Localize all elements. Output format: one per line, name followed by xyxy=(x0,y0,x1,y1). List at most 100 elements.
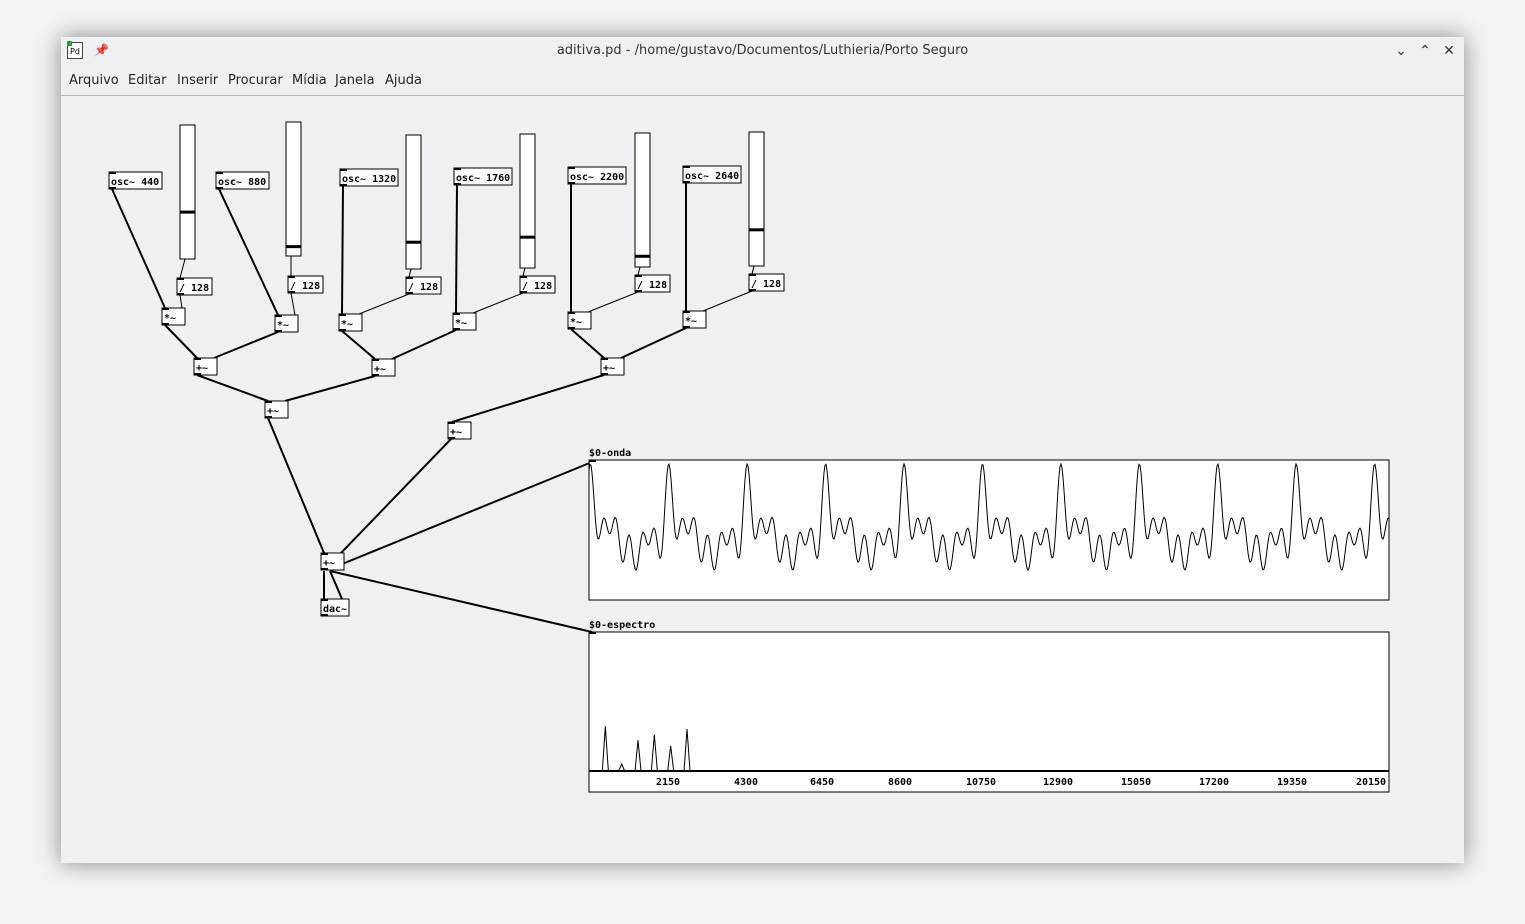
control-wire xyxy=(751,265,755,275)
div-object-5-label: / 128 xyxy=(637,280,667,291)
vslider-knob-4[interactable] xyxy=(520,235,535,239)
signal-wire xyxy=(341,185,344,315)
control-wire xyxy=(179,294,183,309)
menu-procurar[interactable]: Procurar xyxy=(228,73,283,88)
div-object-6-inlet xyxy=(749,274,756,276)
dac-object-label: dac~ xyxy=(323,604,347,615)
add-object-2-inlet xyxy=(372,359,379,361)
menu-editar[interactable]: Editar xyxy=(128,73,167,88)
spectrum-graph-inlet xyxy=(589,632,596,634)
add-object-2-label: +~ xyxy=(374,364,386,375)
vslider-1[interactable] xyxy=(179,124,196,260)
div-object-3-inlet xyxy=(406,277,413,279)
multiply-object-6-inlet xyxy=(683,311,690,313)
patch-drawing[interactable]: osc~ 440 / 128 *~ osc~ 880 / 128 *~ osc~ 1320 /… xyxy=(61,96,1464,863)
control-wire xyxy=(179,258,186,279)
osc-object-1-label: osc~ 440 xyxy=(111,177,159,188)
div-object-2-inlet xyxy=(288,276,295,278)
multiply-object-6-label: *~ xyxy=(685,316,697,327)
osc-object-4-label: osc~ 1760 xyxy=(456,173,510,184)
div-object-2-label: / 128 xyxy=(290,281,320,292)
multiply-object-5-inlet xyxy=(568,312,575,314)
vslider-3[interactable] xyxy=(405,134,422,270)
menu-ajuda[interactable]: Ajuda xyxy=(385,73,422,88)
vslider-6[interactable] xyxy=(748,131,765,267)
signal-wire xyxy=(455,184,458,314)
signal-wire xyxy=(111,188,166,309)
div-object-4-inlet xyxy=(520,276,527,278)
div-object-3-label: / 128 xyxy=(408,282,438,293)
add-object-4-label: +~ xyxy=(267,406,279,417)
menu-inserir[interactable]: Inserir xyxy=(177,73,218,88)
close-icon[interactable]: ✕ xyxy=(1439,41,1459,61)
vslider-knob-6[interactable] xyxy=(749,228,764,232)
vslider-2[interactable] xyxy=(285,121,302,257)
add-object-6-label: +~ xyxy=(323,558,335,569)
osc-object-2-inlet xyxy=(216,172,223,174)
osc-object-2-label: osc~ 880 xyxy=(218,177,266,188)
control-wire xyxy=(358,293,410,315)
vslider-knob-1[interactable] xyxy=(180,210,195,214)
osc-object-3-label: osc~ 1320 xyxy=(342,174,396,185)
osc-object-6-inlet xyxy=(683,166,690,168)
add-object-4-inlet xyxy=(265,401,272,403)
osc-object-6-label: osc~ 2640 xyxy=(685,171,739,182)
vslider-5[interactable] xyxy=(634,132,651,268)
menu-janela[interactable]: Janela xyxy=(335,73,375,88)
add-object-1-inlet xyxy=(194,358,201,360)
osc-object-1-inlet xyxy=(109,172,116,174)
multiply-object-1-label: *~ xyxy=(164,313,176,324)
spectrum-tick-label: 10750 xyxy=(966,777,996,788)
signal-wire xyxy=(218,188,279,316)
spectrum-graph[interactable] xyxy=(588,631,1390,793)
multiply-object-3-label: *~ xyxy=(341,319,353,330)
add-object-1-label: +~ xyxy=(196,363,208,374)
control-wire xyxy=(472,292,524,314)
patch-canvas[interactable]: osc~ 440 / 128 *~ osc~ 880 / 128 *~ osc~ 1320 /… xyxy=(61,96,1464,863)
multiply-object-4-label: *~ xyxy=(455,318,467,329)
vslider-knob-2[interactable] xyxy=(286,245,301,249)
vslider-knob-5[interactable] xyxy=(635,254,650,258)
signal-wire xyxy=(329,461,593,570)
control-wire xyxy=(637,266,641,276)
osc-object-5-label: osc~ 2200 xyxy=(570,172,624,183)
multiply-object-3-inlet xyxy=(339,314,346,316)
menu-arquivo[interactable]: Arquivo xyxy=(69,73,119,88)
wave-graph-label: $0-onda xyxy=(589,448,631,459)
multiply-object-2-inlet xyxy=(275,315,282,317)
maximize-icon[interactable]: ⌃ xyxy=(1415,41,1435,61)
add-object-6-inlet xyxy=(321,553,328,555)
add-object-3-label: +~ xyxy=(603,363,615,374)
control-wire xyxy=(290,292,296,316)
title-bar[interactable]: Pd 📌 aditiva.pd - /home/gustavo/Document… xyxy=(61,37,1464,66)
spectrum-tick-label: 17200 xyxy=(1199,777,1229,788)
signal-wire xyxy=(284,375,376,402)
spectrum-graph-label: $0-espectro xyxy=(589,620,655,631)
signal-wire xyxy=(164,324,198,359)
add-object-5-label: +~ xyxy=(450,427,462,438)
menu-bar: Arquivo Editar Inserir Procurar Mídia Ja… xyxy=(61,66,1464,96)
control-wire xyxy=(587,291,639,313)
div-object-6-label: / 128 xyxy=(751,279,781,290)
vslider-knob-3[interactable] xyxy=(406,240,421,244)
spectrum-tick-label: 8600 xyxy=(888,777,912,788)
control-wire xyxy=(702,290,753,312)
signal-wire xyxy=(329,570,343,600)
minimize-icon[interactable]: ⌄ xyxy=(1391,41,1411,61)
window-title: aditiva.pd - /home/gustavo/Documentos/Lu… xyxy=(556,43,969,58)
signal-wire xyxy=(570,328,605,359)
spectrum-tick-label: 15050 xyxy=(1121,777,1151,788)
menu-midia[interactable]: Mídia xyxy=(292,73,327,88)
dac-object-inlet xyxy=(321,599,328,601)
signal-wire xyxy=(213,331,279,359)
osc-object-4-inlet xyxy=(454,168,461,170)
signal-wire xyxy=(451,374,605,423)
spectrum-tick-label: 6450 xyxy=(810,777,834,788)
vslider-4[interactable] xyxy=(519,133,536,269)
spectrum-tick-label: 20150 xyxy=(1356,777,1386,788)
spectrum-tick-label: 19350 xyxy=(1277,777,1307,788)
add-object-3-inlet xyxy=(601,358,608,360)
div-object-4-label: / 128 xyxy=(522,281,552,292)
multiply-object-2-label: *~ xyxy=(277,320,289,331)
signal-wire xyxy=(267,417,325,554)
